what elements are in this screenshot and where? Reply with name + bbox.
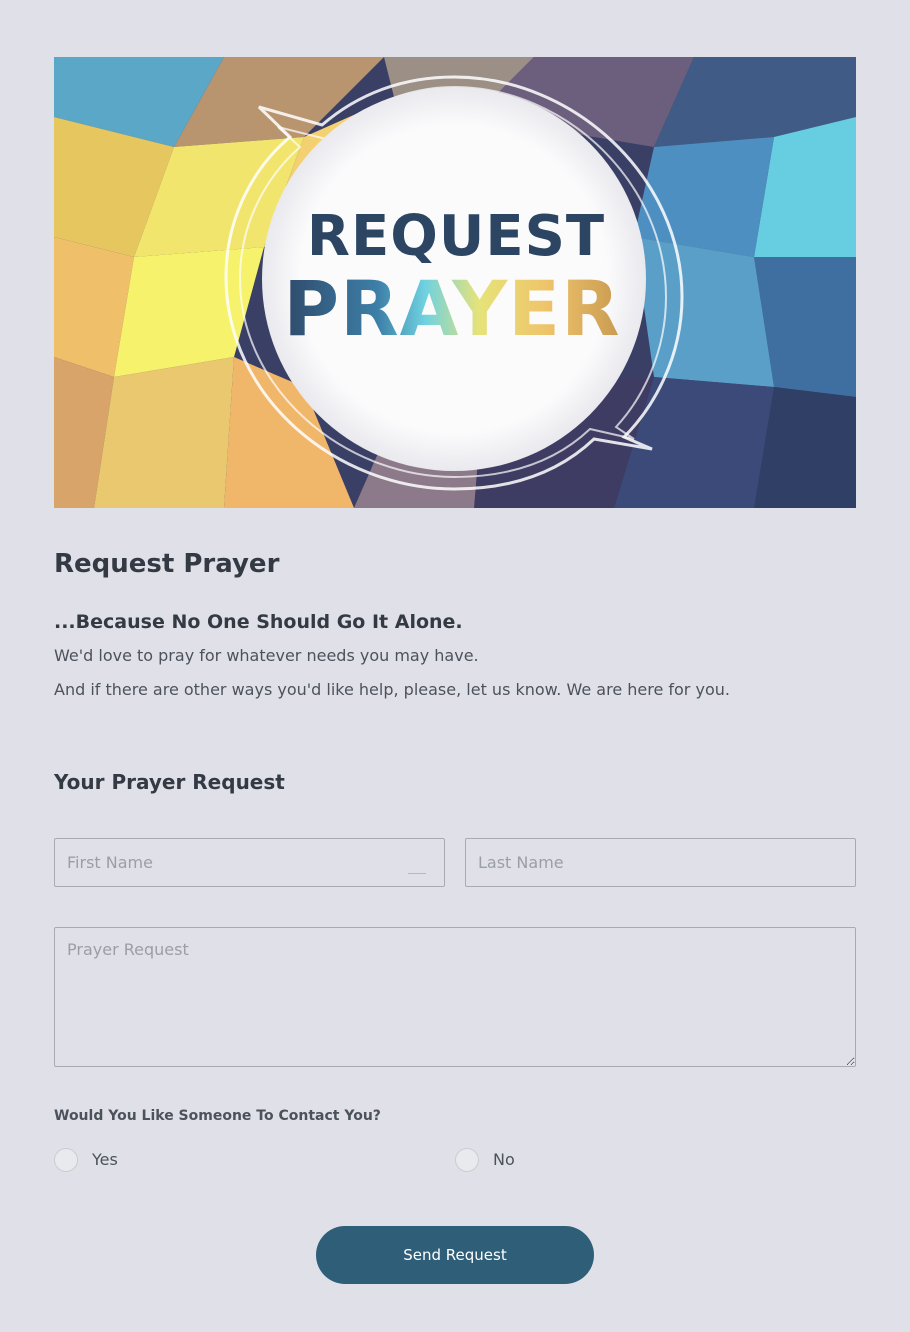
contact-no-label[interactable]: No [493, 1150, 515, 1169]
tagline: ...Because No One Should Go It Alone. [54, 611, 463, 633]
contact-yes-label[interactable]: Yes [92, 1150, 118, 1169]
contact-no-radio[interactable] [455, 1148, 479, 1172]
prayer-request-page: REQUEST PRAYER Request Prayer ...Because… [0, 0, 910, 1332]
contact-question: Would You Like Someone To Contact You? [54, 1108, 381, 1124]
prayer-request-field[interactable] [54, 927, 856, 1067]
send-request-button[interactable]: Send Request [316, 1226, 594, 1284]
hero-image: REQUEST PRAYER [54, 57, 856, 508]
hero-title-prayer: PRAYER [283, 264, 620, 353]
hero-title-request: REQUEST [307, 204, 605, 269]
last-name-field[interactable] [465, 838, 856, 887]
page-title: Request Prayer [54, 549, 280, 579]
form-section-title: Your Prayer Request [54, 770, 285, 794]
intro-text-2: And if there are other ways you'd like h… [54, 680, 730, 699]
contact-yes-radio[interactable] [54, 1148, 78, 1172]
hero-banner: REQUEST PRAYER [54, 57, 856, 508]
first-name-field[interactable] [54, 838, 445, 887]
autofill-indicator [408, 873, 426, 874]
intro-text-1: We'd love to pray for whatever needs you… [54, 646, 479, 665]
